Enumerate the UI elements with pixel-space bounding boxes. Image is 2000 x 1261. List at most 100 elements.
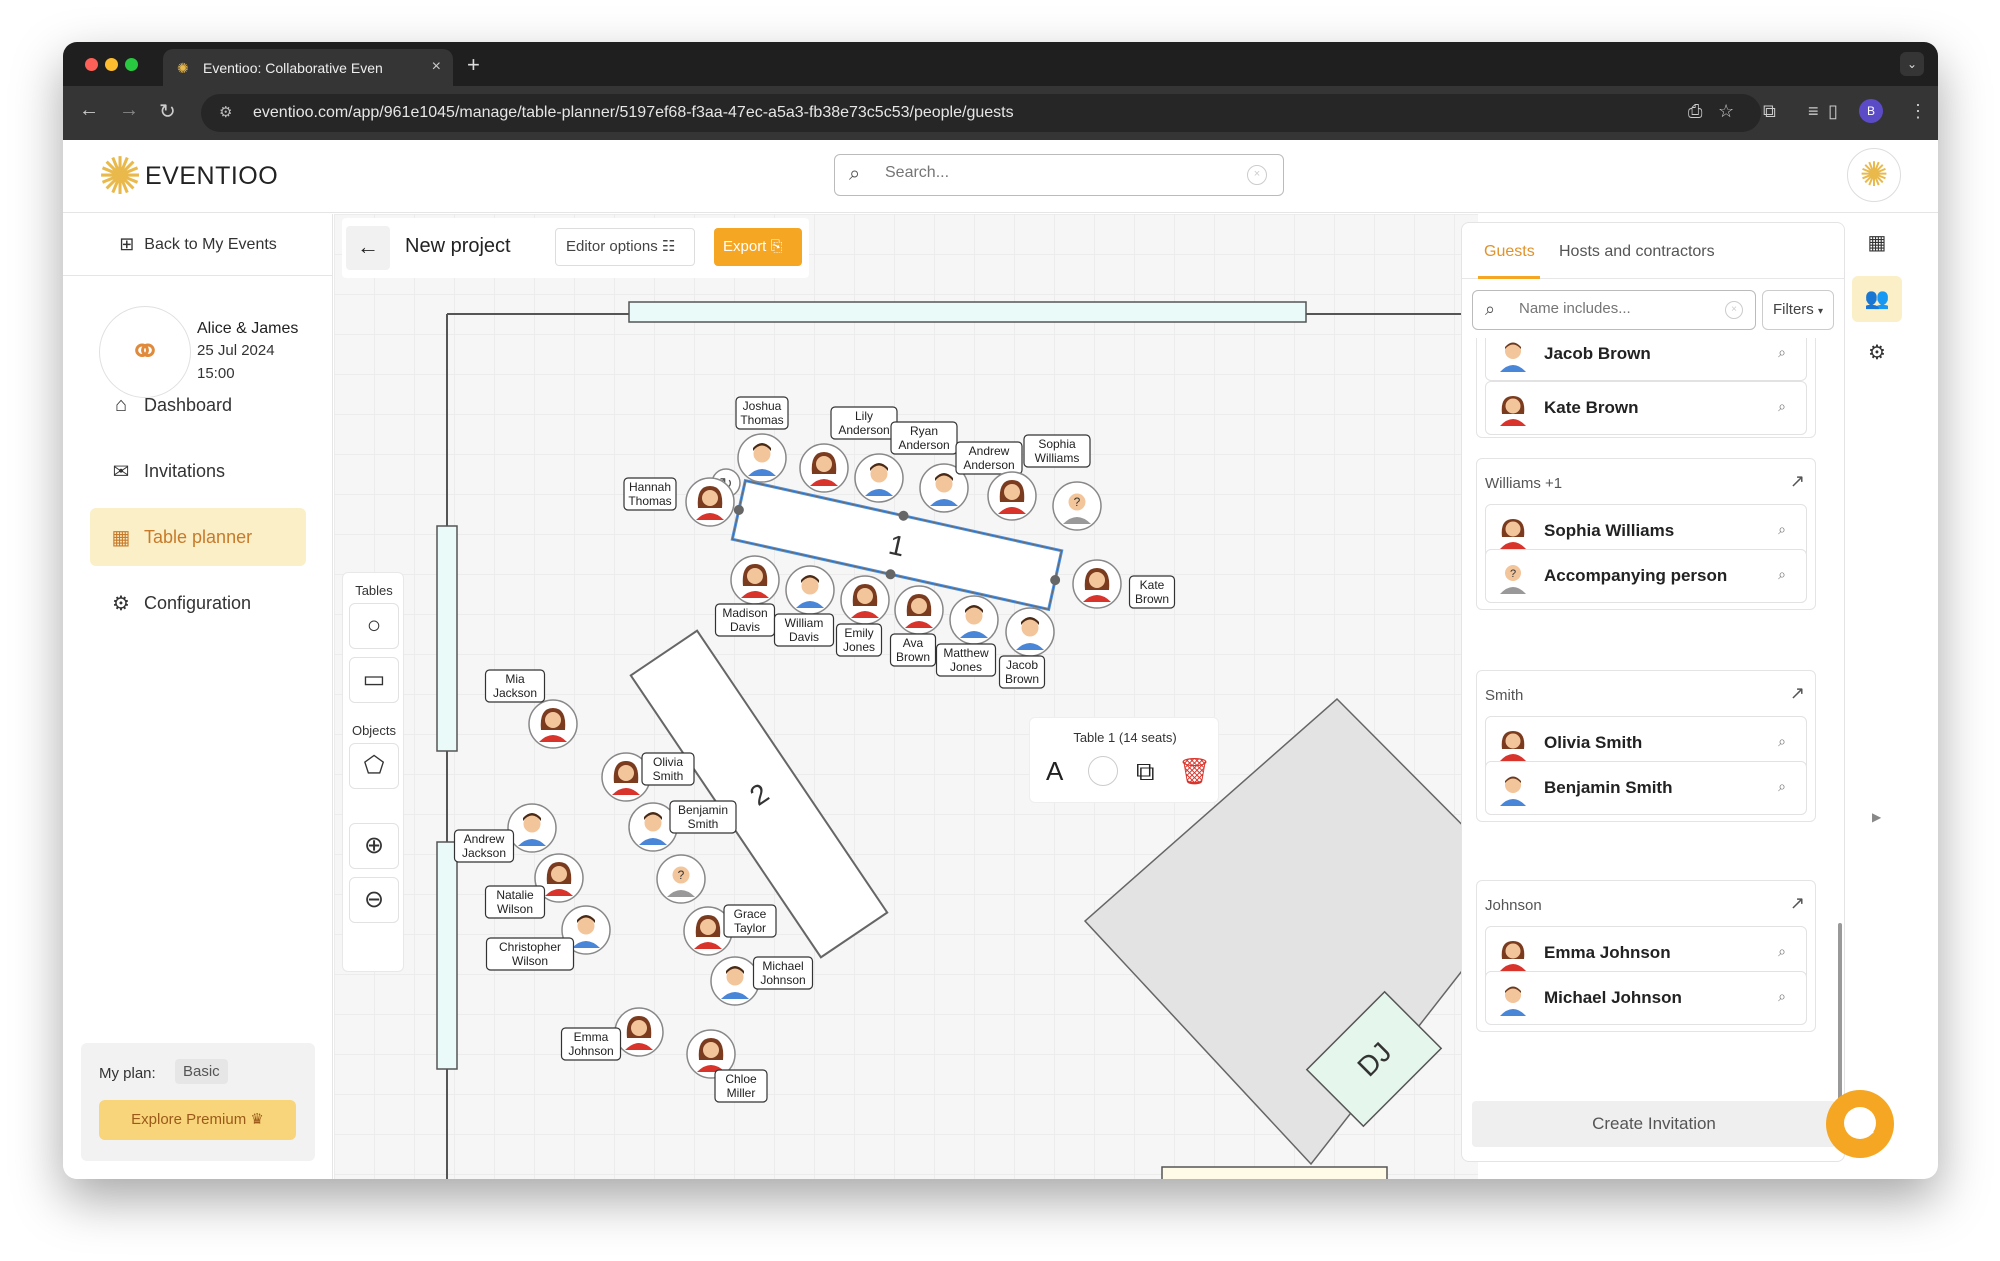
seat[interactable]: JacobBrown (998, 607, 1055, 689)
seat[interactable]: EmmaJohnson (560, 1007, 664, 1061)
back-to-events-button[interactable]: ⊞ Back to My Events (63, 214, 333, 276)
locate-icon[interactable]: ⌕ (1778, 988, 1786, 1005)
clear-filter-icon[interactable]: × (1725, 301, 1743, 319)
guest-row-accompanying-person[interactable]: ? Accompanying person ⌕ (1485, 549, 1807, 603)
user-avatar[interactable]: ✺ (1847, 148, 1901, 202)
seat[interactable]: ChloeMiller (686, 1029, 768, 1103)
seat[interactable]: KateBrown (1072, 559, 1176, 609)
guest-list[interactable]: Jacob Brown ⌕ Kate Brown ⌕ Williams +1 ↗… (1462, 338, 1844, 1078)
open-group-icon[interactable]: ↗ (1790, 893, 1805, 914)
site-info-icon[interactable]: ⚙ (219, 94, 232, 132)
nav-invitations[interactable]: ✉ Invitations (90, 442, 306, 500)
browser-tab[interactable]: ✺ Eventioo: Collaborative Even × (163, 49, 453, 86)
clear-search-icon[interactable]: × (1247, 165, 1267, 185)
seat[interactable]: HannahThomas (623, 477, 735, 527)
tab-search-chevron-icon[interactable]: ⌄ (1900, 52, 1924, 76)
color-picker-button[interactable] (1088, 756, 1118, 786)
seat[interactable]: BenjaminSmith (628, 800, 737, 852)
open-group-icon[interactable]: ↗ (1790, 683, 1805, 704)
door-element-bottom[interactable] (1161, 1166, 1388, 1179)
profile-avatar[interactable]: B (1859, 99, 1883, 123)
browser-menu-icon[interactable]: ⋮ (1909, 101, 1927, 122)
guests-view-button[interactable]: 👥 (1852, 276, 1902, 322)
tab-guests[interactable]: Guests (1484, 243, 1535, 261)
nav-table-planner[interactable]: ▦ Table planner (90, 508, 306, 566)
locate-icon[interactable]: ⌕ (1778, 398, 1786, 415)
locate-icon[interactable]: ⌕ (1778, 778, 1786, 795)
eventioo-logo-icon[interactable]: ✺ (91, 148, 149, 206)
font-icon[interactable]: A (1046, 756, 1063, 787)
rounded-rect-icon: ▭ (362, 666, 386, 693)
seat[interactable]: ? (1052, 481, 1102, 531)
seat[interactable]: GraceTaylor (683, 904, 777, 956)
guest-row-jacob-brown[interactable]: Jacob Brown ⌕ (1485, 338, 1807, 381)
seat[interactable]: OliviaSmith (601, 752, 695, 802)
filters-dropdown[interactable]: Filters ▾ (1762, 290, 1834, 330)
url-field[interactable]: ⚙ eventioo.com/app/961e1045/manage/table… (201, 94, 1761, 132)
locate-icon[interactable]: ⌕ (1778, 344, 1786, 361)
trash-icon[interactable]: 🗑 (1178, 756, 1211, 787)
zoom-in-button[interactable]: ⊕ (349, 823, 399, 869)
rect-table-tool[interactable]: ▭ (349, 657, 399, 703)
side-panel-icon[interactable]: ▯ (1828, 101, 1838, 122)
objects-tool[interactable]: ⬠ (349, 743, 399, 789)
back-arrow-icon[interactable]: ← (79, 99, 99, 122)
explore-premium-button[interactable]: Explore Premium ♛ (99, 1100, 296, 1140)
tables-view-button[interactable]: ▦ (1852, 220, 1902, 266)
media-controls-icon[interactable]: ≡ (1808, 101, 1819, 122)
editor-options-button[interactable]: Editor options ☷ (555, 228, 695, 266)
tab-hosts-contractors[interactable]: Hosts and contractors (1559, 243, 1715, 261)
seat[interactable]: MiaJackson (484, 669, 578, 749)
browser-address-bar: ← → ↻ ⚙ eventioo.com/app/961e1045/manage… (63, 86, 1938, 140)
install-app-icon[interactable]: ⎙ (1688, 101, 1702, 122)
seat[interactable]: WilliamDavis (773, 565, 835, 647)
guest-row-benjamin-smith[interactable]: Benjamin Smith ⌕ (1485, 761, 1807, 815)
export-button[interactable]: Export ⎘ (714, 228, 802, 266)
global-search[interactable]: ⌕ × (834, 154, 1284, 196)
back-arrow-button[interactable]: ← (346, 226, 390, 270)
seat[interactable]: JoshuaThomas (735, 396, 789, 483)
name-filter[interactable]: ⌕ × (1472, 290, 1756, 330)
nav-dashboard[interactable]: ⌂ Dashboard (90, 376, 306, 434)
floor-plan-drawing[interactable]: DJ 1 ↻ 2 HannahThomasJoshuaThoma (334, 214, 1478, 1179)
project-title[interactable]: New project (405, 235, 511, 258)
window-element-left[interactable] (436, 525, 458, 752)
open-group-icon[interactable]: ↗ (1790, 471, 1805, 492)
close-window-button[interactable] (85, 58, 98, 71)
zoom-out-button[interactable]: ⊖ (349, 877, 399, 923)
close-tab-icon[interactable]: × (432, 58, 441, 76)
chat-support-button[interactable] (1826, 1090, 1894, 1158)
seat[interactable]: NatalieWilson (484, 853, 584, 919)
seat[interactable]: MichaelJohnson (710, 956, 814, 1006)
bookmark-star-icon[interactable]: ☆ (1718, 101, 1734, 122)
round-table-tool[interactable]: ○ (349, 603, 399, 649)
zoom-window-button[interactable] (125, 58, 138, 71)
extensions-icon[interactable]: ⧉ (1763, 101, 1776, 122)
minimize-window-button[interactable] (105, 58, 118, 71)
new-tab-icon[interactable]: + (467, 52, 480, 78)
locate-icon[interactable]: ⌕ (1778, 733, 1786, 750)
search-input[interactable] (885, 164, 1185, 182)
guest-row-kate-brown[interactable]: Kate Brown ⌕ (1485, 381, 1807, 435)
window-element-left[interactable] (436, 841, 458, 1070)
create-invitation-button[interactable]: Create Invitation (1472, 1101, 1836, 1147)
locate-icon[interactable]: ⌕ (1778, 521, 1786, 538)
seat[interactable]: AndrewJackson (453, 803, 557, 863)
collapse-arrow-icon[interactable]: ▶ (1872, 810, 1881, 824)
forward-arrow-icon[interactable]: → (119, 99, 139, 122)
seat[interactable]: MatthewJones (935, 595, 999, 677)
settings-view-button[interactable]: ⚙ (1852, 330, 1902, 376)
duplicate-icon[interactable]: ⧉ (1136, 756, 1155, 788)
window-element-top[interactable] (628, 301, 1307, 323)
seat[interactable]: EmilyJones (835, 575, 890, 657)
guest-row-michael-johnson[interactable]: Michael Johnson ⌕ (1485, 971, 1807, 1025)
floor-plan-canvas[interactable]: DJ 1 ↻ 2 HannahThomasJoshuaThoma (334, 214, 1478, 1179)
locate-icon[interactable]: ⌕ (1778, 943, 1786, 960)
nav-configuration[interactable]: ⚙ Configuration (90, 574, 306, 632)
seat[interactable]: ? (656, 854, 706, 904)
name-filter-input[interactable] (1519, 300, 1709, 317)
seat[interactable]: MadisonDavis (714, 555, 780, 637)
locate-icon[interactable]: ⌕ (1778, 566, 1786, 583)
reload-icon[interactable]: ↻ (159, 99, 176, 124)
seat[interactable]: AvaBrown (889, 585, 944, 667)
